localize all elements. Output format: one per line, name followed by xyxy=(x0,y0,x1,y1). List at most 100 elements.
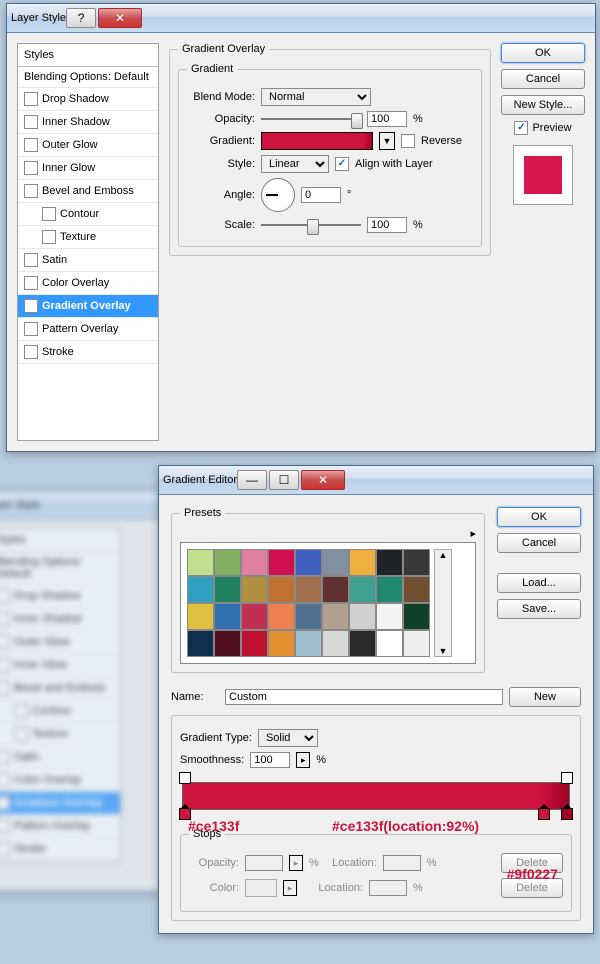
titlebar[interactable]: Layer Style ? ✕ xyxy=(7,4,595,33)
preset-swatch[interactable] xyxy=(403,603,430,630)
ge-min-button[interactable]: — xyxy=(237,470,267,490)
preset-swatch[interactable] xyxy=(214,576,241,603)
close-button[interactable]: ✕ xyxy=(98,8,142,28)
preset-swatch[interactable] xyxy=(295,630,322,657)
style-inner-shadow[interactable]: Inner Shadow xyxy=(18,111,158,134)
preset-swatch[interactable] xyxy=(187,576,214,603)
style-drop-shadow[interactable]: Drop Shadow xyxy=(18,88,158,111)
angle-dial[interactable] xyxy=(261,178,295,212)
ge-ok-button[interactable]: OK xyxy=(497,507,581,527)
style-stroke[interactable]: Stroke xyxy=(18,341,158,364)
smoothness-stepper-icon[interactable]: ▸ xyxy=(296,752,310,768)
preset-swatch[interactable] xyxy=(214,603,241,630)
preset-swatch[interactable] xyxy=(241,576,268,603)
gradtype-select[interactable]: Solid xyxy=(258,729,318,747)
style-satin[interactable]: Satin xyxy=(18,249,158,272)
styles-header[interactable]: Styles xyxy=(18,44,158,67)
color-stop-3[interactable] xyxy=(561,808,573,820)
cancel-button[interactable]: Cancel xyxy=(501,69,585,89)
preset-swatch[interactable] xyxy=(403,549,430,576)
preset-swatch[interactable] xyxy=(349,603,376,630)
opacity-stop-right[interactable] xyxy=(561,772,573,784)
smoothness-input[interactable] xyxy=(250,752,290,768)
name-label: Name: xyxy=(171,691,219,703)
opacity-slider[interactable] xyxy=(261,112,361,126)
preset-swatch[interactable] xyxy=(295,603,322,630)
ge-save-button[interactable]: Save... xyxy=(497,599,581,619)
preset-swatch[interactable] xyxy=(322,549,349,576)
preset-swatch[interactable] xyxy=(295,549,322,576)
preset-swatch[interactable] xyxy=(322,576,349,603)
preset-swatch[interactable] xyxy=(322,630,349,657)
preset-swatch[interactable] xyxy=(403,576,430,603)
preset-swatch[interactable] xyxy=(241,630,268,657)
stop-color-stepper-icon: ▸ xyxy=(283,880,297,896)
preset-swatch[interactable] xyxy=(241,603,268,630)
opacity-stop-left[interactable] xyxy=(179,772,191,784)
stop-opacity-stepper-icon: ▸ xyxy=(289,855,303,871)
preset-swatch[interactable] xyxy=(376,549,403,576)
help-button[interactable]: ? xyxy=(66,8,96,28)
preset-swatch[interactable] xyxy=(349,576,376,603)
style-color-overlay[interactable]: Color Overlay xyxy=(18,272,158,295)
style-gradient-overlay[interactable]: Gradient Overlay xyxy=(18,295,158,318)
preset-swatch[interactable] xyxy=(376,603,403,630)
angle-input[interactable] xyxy=(301,187,341,203)
style-inner-glow[interactable]: Inner Glow xyxy=(18,157,158,180)
opacity-input[interactable] xyxy=(367,111,407,127)
preset-swatch[interactable] xyxy=(268,576,295,603)
scale-input[interactable] xyxy=(367,217,407,233)
preset-swatch[interactable] xyxy=(268,630,295,657)
preset-swatch[interactable] xyxy=(268,603,295,630)
style-texture[interactable]: Texture xyxy=(18,226,158,249)
style-contour[interactable]: Contour xyxy=(18,203,158,226)
gradient-bar[interactable] xyxy=(182,782,570,810)
stop-opacity-input xyxy=(245,855,283,871)
ge-cancel-button[interactable]: Cancel xyxy=(497,533,581,553)
blendmode-select[interactable]: Normal xyxy=(261,88,371,106)
new-button[interactable]: New xyxy=(509,687,581,707)
preset-swatch[interactable] xyxy=(187,630,214,657)
preset-swatch[interactable] xyxy=(268,549,295,576)
align-checkbox[interactable] xyxy=(335,157,349,171)
preview-checkbox[interactable] xyxy=(514,121,528,135)
preset-swatch[interactable] xyxy=(214,549,241,576)
preset-swatch[interactable] xyxy=(403,630,430,657)
ge-max-button[interactable]: ☐ xyxy=(269,470,299,490)
preview-thumbnail xyxy=(513,145,573,205)
style-select[interactable]: Linear xyxy=(261,155,329,173)
preset-swatch[interactable] xyxy=(295,576,322,603)
name-input[interactable] xyxy=(225,689,503,705)
presets-scrollbar[interactable]: ▲▼ xyxy=(434,549,452,657)
gradient-preview[interactable] xyxy=(261,132,373,150)
presets-menu-icon[interactable]: ▸ xyxy=(470,528,476,540)
preset-swatch[interactable] xyxy=(187,549,214,576)
ge-load-button[interactable]: Load... xyxy=(497,573,581,593)
new-style-button[interactable]: New Style... xyxy=(501,95,585,115)
preset-swatch[interactable] xyxy=(376,576,403,603)
preset-swatch[interactable] xyxy=(349,549,376,576)
stop-color-swatch xyxy=(245,879,277,897)
gradient-editor-window: Gradient Editor — ☐ ✕ Presets ▸ ▲▼ OK Ca… xyxy=(158,465,594,934)
preset-swatch[interactable] xyxy=(349,630,376,657)
style-outer-glow[interactable]: Outer Glow xyxy=(18,134,158,157)
ge-titlebar[interactable]: Gradient Editor — ☐ ✕ xyxy=(159,466,593,495)
preset-swatch[interactable] xyxy=(376,630,403,657)
preset-grid[interactable] xyxy=(187,549,430,657)
scale-slider[interactable] xyxy=(261,218,361,232)
ge-close-button[interactable]: ✕ xyxy=(301,470,345,490)
preset-swatch[interactable] xyxy=(241,549,268,576)
stop-location1-label: Location: xyxy=(325,857,377,869)
preset-swatch[interactable] xyxy=(187,603,214,630)
preset-swatch[interactable] xyxy=(214,630,241,657)
color-stop-2[interactable] xyxy=(538,808,550,820)
stop-location2-input xyxy=(369,880,407,896)
blending-options[interactable]: Blending Options: Default xyxy=(18,67,158,88)
gradient-dropdown-icon[interactable]: ▼ xyxy=(379,132,395,150)
opacity-label: Opacity: xyxy=(187,113,255,125)
style-bevel-emboss[interactable]: Bevel and Emboss xyxy=(18,180,158,203)
preset-swatch[interactable] xyxy=(322,603,349,630)
ok-button[interactable]: OK xyxy=(501,43,585,63)
style-pattern-overlay[interactable]: Pattern Overlay xyxy=(18,318,158,341)
reverse-checkbox[interactable] xyxy=(401,134,415,148)
